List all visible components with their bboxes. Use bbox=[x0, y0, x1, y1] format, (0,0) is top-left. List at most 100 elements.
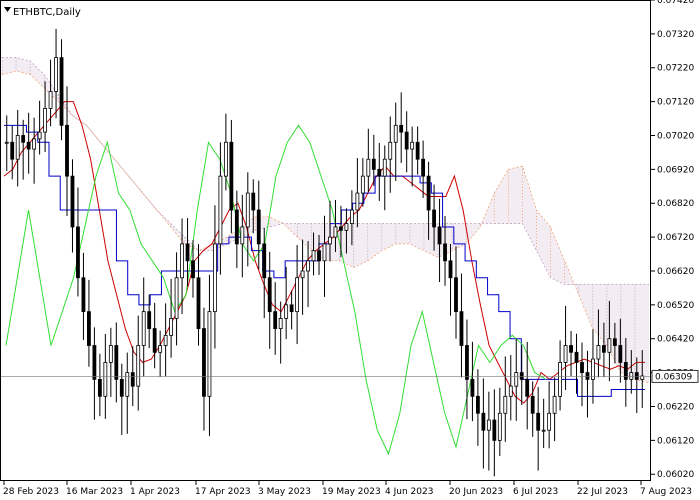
candle-body bbox=[475, 395, 480, 414]
candle-body bbox=[360, 175, 365, 194]
candle-body bbox=[81, 277, 86, 313]
candle-body bbox=[54, 57, 58, 92]
candle-body bbox=[415, 141, 420, 160]
candle-body bbox=[421, 158, 426, 177]
candle-body bbox=[541, 429, 546, 432]
candle-body bbox=[218, 175, 223, 245]
candle-body bbox=[426, 175, 431, 211]
candle-body bbox=[169, 318, 174, 336]
candle-body bbox=[48, 91, 53, 109]
candle-body bbox=[618, 345, 623, 363]
symbol-label: ETHBTC,Daily bbox=[13, 7, 81, 18]
candle-body bbox=[432, 209, 436, 228]
candle-body bbox=[454, 277, 458, 313]
price-tick-label: 0.07020 bbox=[657, 131, 694, 141]
candle-body bbox=[295, 277, 300, 313]
candle-body bbox=[174, 277, 179, 319]
price-tick-label: 0.06120 bbox=[657, 436, 694, 446]
candle-body bbox=[76, 226, 80, 279]
candle-body bbox=[196, 277, 201, 329]
time-tick-label: 4 Jun 2023 bbox=[385, 487, 433, 497]
candle-body bbox=[284, 304, 289, 319]
candle-body bbox=[163, 334, 168, 346]
time-tick-label: 6 Jul 2023 bbox=[513, 487, 558, 497]
candle-body bbox=[629, 372, 634, 380]
candle-body bbox=[37, 131, 42, 140]
price-tick-label: 0.06020 bbox=[657, 470, 694, 480]
price-tick-label: 0.07420 bbox=[657, 0, 694, 6]
candle-body bbox=[547, 412, 552, 431]
candle-body bbox=[202, 328, 206, 397]
candle-body bbox=[563, 345, 568, 363]
candle-body bbox=[92, 345, 97, 380]
candle-body bbox=[87, 311, 91, 346]
price-tick-label: 0.06420 bbox=[657, 335, 694, 345]
candle-body bbox=[185, 243, 190, 262]
candle-body bbox=[492, 419, 497, 441]
price-tick-label: 0.06720 bbox=[657, 233, 694, 243]
candle-body bbox=[306, 260, 310, 272]
candle-body bbox=[191, 260, 195, 279]
candle-body bbox=[344, 223, 349, 231]
candle-body bbox=[262, 243, 267, 279]
candle-body bbox=[70, 175, 75, 228]
candle-body bbox=[377, 168, 382, 177]
price-tick-label: 0.06820 bbox=[657, 199, 694, 209]
candle-body bbox=[251, 192, 256, 211]
candle-body bbox=[443, 243, 447, 262]
candle-body bbox=[180, 243, 184, 279]
candle-body bbox=[43, 107, 47, 133]
candle-body bbox=[366, 158, 371, 177]
candle-body bbox=[393, 124, 398, 143]
candle-body bbox=[10, 141, 15, 160]
candle-body bbox=[371, 158, 376, 170]
candle-body bbox=[349, 209, 354, 224]
candle-body bbox=[130, 372, 135, 387]
candle-body bbox=[552, 395, 557, 414]
candle-body bbox=[569, 345, 573, 353]
candle-body bbox=[623, 362, 628, 380]
candle-body bbox=[21, 135, 26, 143]
candle-body bbox=[530, 395, 535, 414]
price-chart[interactable]: 0.07420 0.07320 0.07220 0.07120 0.07020 0.069… bbox=[0, 0, 700, 500]
candle-body bbox=[607, 338, 612, 353]
candle-body bbox=[317, 250, 321, 262]
candle-body bbox=[213, 243, 217, 313]
chart-title[interactable]: ETHBTC,Daily bbox=[4, 7, 81, 18]
candle-body bbox=[503, 395, 508, 414]
candle-body bbox=[245, 192, 250, 228]
candle-body bbox=[382, 158, 387, 177]
price-tick-label: 0.06220 bbox=[657, 402, 694, 412]
candle-body bbox=[574, 351, 579, 363]
candle-body bbox=[223, 141, 228, 177]
candle-body bbox=[459, 311, 464, 346]
candle-body bbox=[580, 362, 584, 374]
candle-body bbox=[267, 277, 272, 313]
candle-body bbox=[65, 124, 69, 177]
candle-body bbox=[273, 311, 278, 329]
candle-body bbox=[602, 345, 606, 353]
price-tick-label: 0.07320 bbox=[657, 30, 694, 40]
candle-body bbox=[108, 345, 113, 363]
candle-body bbox=[207, 311, 212, 397]
candle-body bbox=[514, 372, 519, 387]
candle-body bbox=[519, 372, 524, 380]
candle-body bbox=[410, 141, 415, 150]
candle-body bbox=[328, 236, 332, 245]
price-tick-label: 0.06520 bbox=[657, 301, 694, 311]
candle-body bbox=[404, 131, 409, 150]
candle-body bbox=[103, 362, 108, 397]
current-price-badge: 0.06309 bbox=[651, 369, 699, 383]
price-tick-label: 0.06920 bbox=[657, 165, 694, 175]
candle-body bbox=[481, 412, 486, 431]
candle-body bbox=[525, 378, 530, 397]
time-tick-label: 20 Jun 2023 bbox=[449, 487, 503, 497]
candle-body bbox=[59, 57, 64, 126]
candle-body bbox=[399, 124, 404, 133]
price-tick-label: 0.07120 bbox=[657, 98, 694, 108]
candle-body bbox=[256, 209, 261, 245]
time-tick-label: 1 Apr 2023 bbox=[130, 487, 180, 497]
candle-body bbox=[508, 385, 513, 397]
candle-body bbox=[388, 141, 393, 160]
candle-body bbox=[147, 311, 152, 329]
